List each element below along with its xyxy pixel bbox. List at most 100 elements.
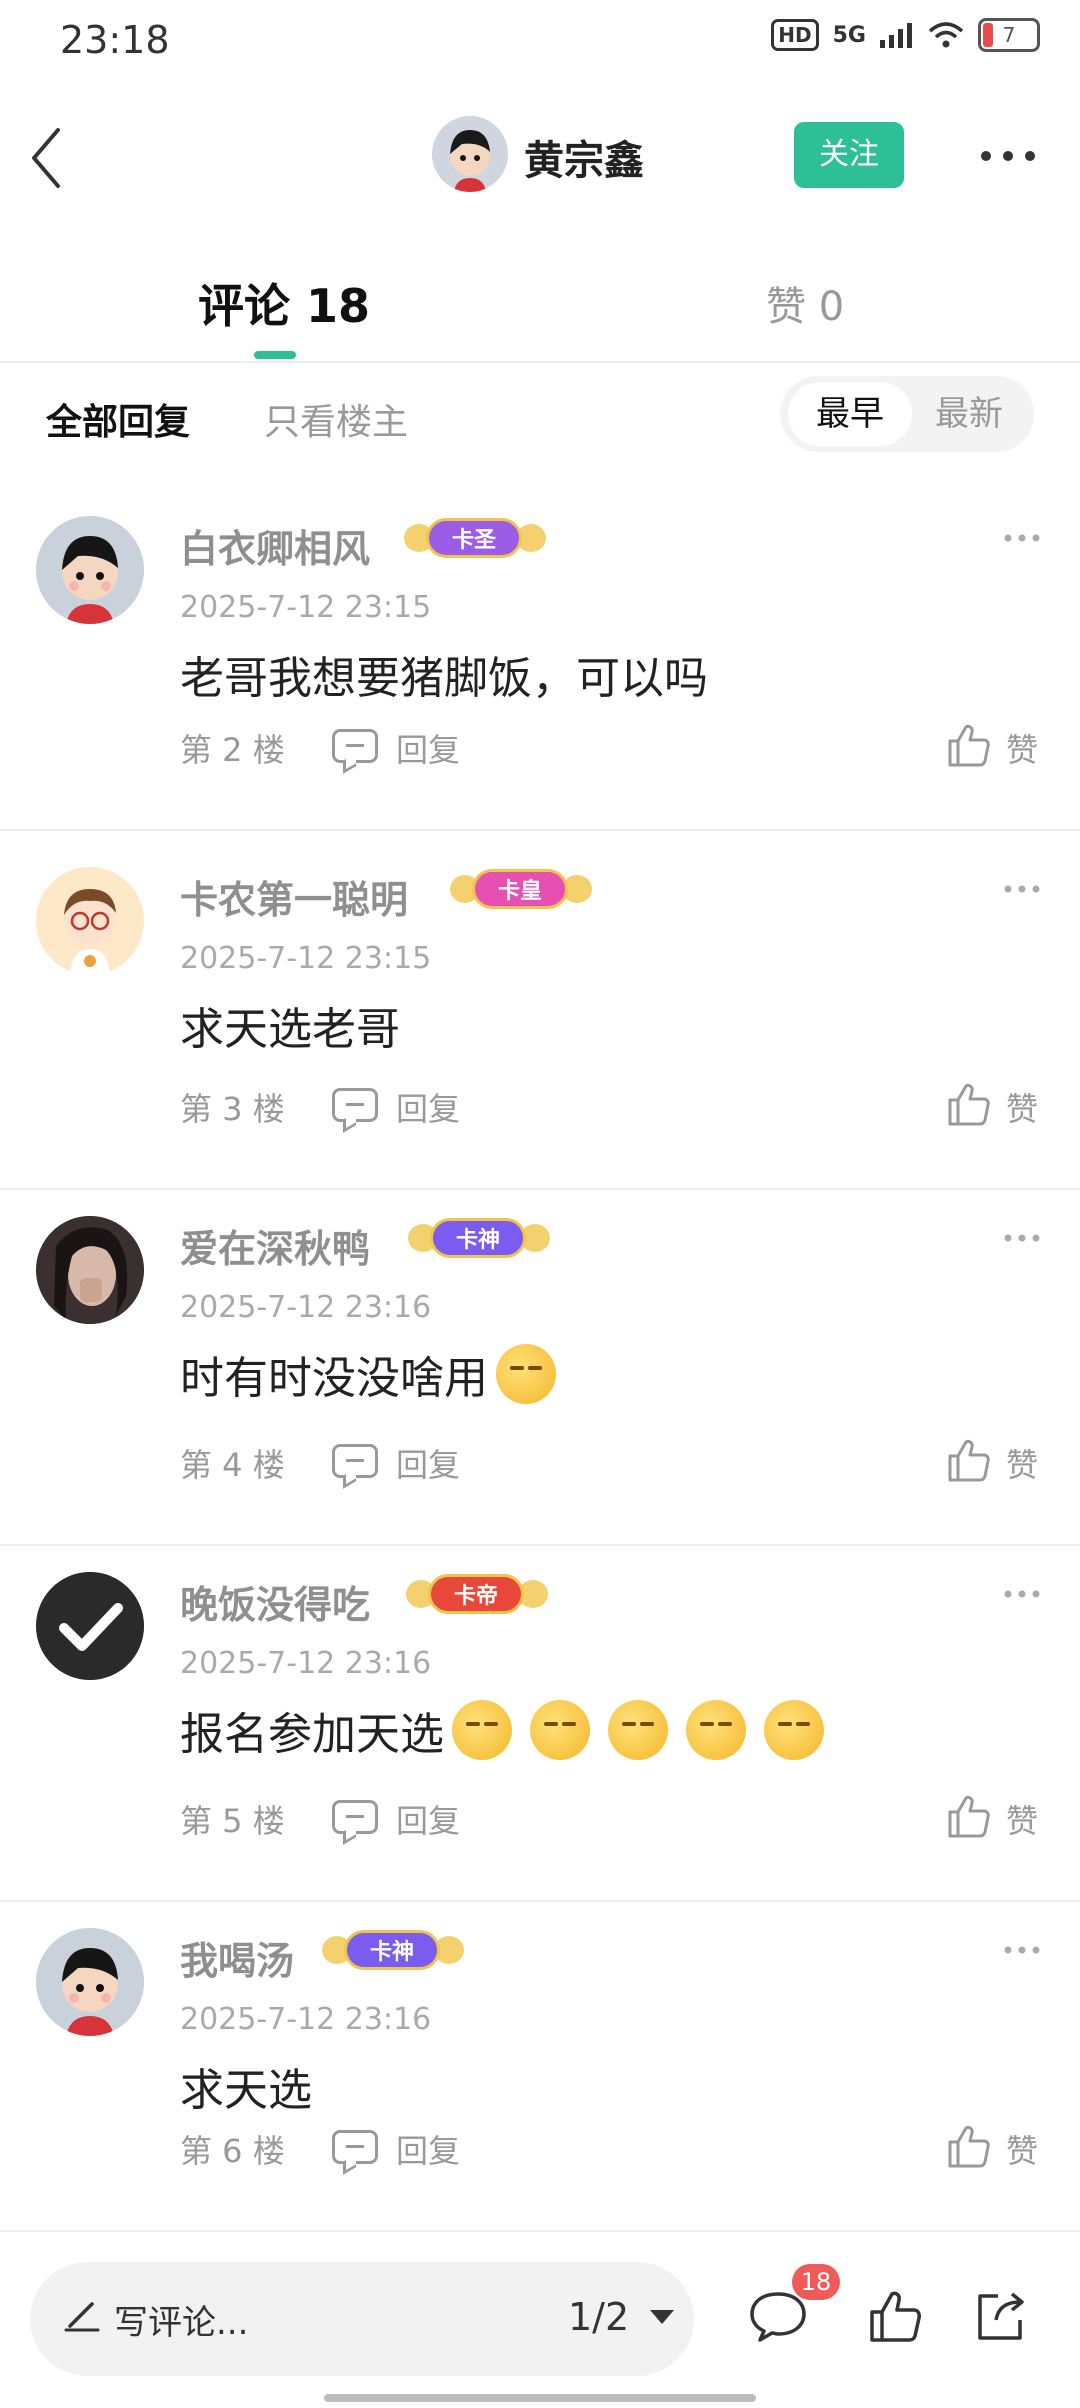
header-avatar[interactable] <box>432 116 508 192</box>
comment-item: 爱在深秋鸭 卡神 2025-7-12 23:16 时有时没没啥用第 4 楼 回复 赞 <box>0 1190 1080 1546</box>
thumbs-up-icon[interactable] <box>944 2122 992 2170</box>
header-user-name[interactable]: 黄宗鑫 <box>524 128 644 186</box>
comment-text: 时有时没没啥用 <box>180 1342 556 1406</box>
pen-icon <box>64 2302 100 2332</box>
reply-icon[interactable] <box>332 1800 378 1834</box>
user-level-badge: 卡帝 <box>428 1574 524 1614</box>
thumbs-up-icon[interactable] <box>944 1436 992 1484</box>
bottom-divider <box>0 2230 1080 2232</box>
avatar[interactable] <box>36 1216 144 1324</box>
comment-text-body: 时有时没没啥用 <box>180 1353 488 1404</box>
like-button[interactable]: 赞 <box>1006 2126 1038 2172</box>
comment-username[interactable]: 卡农第一聪明 <box>180 869 408 924</box>
user-level-badge: 卡神 <box>430 1218 526 1258</box>
comment-timestamp: 2025-7-12 23:16 <box>180 2002 432 2037</box>
reply-icon[interactable] <box>332 1444 378 1478</box>
tab-divider <box>0 361 1080 363</box>
thumbs-up-icon[interactable] <box>944 721 992 769</box>
tab-likes[interactable]: 赞 0 <box>766 274 844 332</box>
like-button[interactable]: 赞 <box>1006 1084 1038 1130</box>
comment-username[interactable]: 晚饭没得吃 <box>180 1574 370 1629</box>
comment-username[interactable]: 白衣卿相风 <box>180 518 370 573</box>
comment-item: 卡农第一聪明 卡皇 2025-7-12 23:15 求天选老哥第 3 楼 回复 赞 <box>0 841 1080 1190</box>
floor-number: 第 6 楼 <box>180 2132 285 2170</box>
floor-number: 第 5 楼 <box>180 1802 285 1840</box>
signal-icon <box>880 23 912 48</box>
comment-text-body: 求天选 <box>180 2065 312 2116</box>
sort-latest[interactable]: 最新 <box>912 382 1026 446</box>
comment-divider <box>0 829 1080 831</box>
comment-more-icon[interactable] <box>1002 883 1042 895</box>
like-button[interactable]: 赞 <box>1006 1440 1038 1486</box>
user-level-badge: 卡神 <box>344 1930 440 1970</box>
comment-item: 白衣卿相风 卡圣 2025-7-12 23:15 老哥我想要猪脚饭，可以吗第 2 楼 回… <box>0 490 1080 831</box>
home-indicator <box>324 2394 756 2402</box>
thumbs-up-icon[interactable] <box>864 2286 924 2346</box>
wifi-icon <box>928 22 964 48</box>
avatar[interactable] <box>36 1928 144 2036</box>
comment-placeholder[interactable]: 写评论... <box>114 2295 248 2344</box>
avatar[interactable] <box>36 867 144 975</box>
filter-all-replies[interactable]: 全部回复 <box>46 393 190 445</box>
comment-item: 我喝汤 卡神 2025-7-12 23:16 求天选第 6 楼 回复 赞 <box>0 1902 1080 2232</box>
smirk-emoji-icon <box>530 1700 590 1760</box>
comment-item: 晚饭没得吃 卡帝 2025-7-12 23:16 报名参加天选第 5 楼 回复 赞 <box>0 1546 1080 1902</box>
status-time: 23:18 <box>60 18 170 62</box>
like-button[interactable]: 赞 <box>1006 725 1038 771</box>
comment-username[interactable]: 我喝汤 <box>180 1930 294 1985</box>
reply-icon[interactable] <box>332 729 378 763</box>
comment-username[interactable]: 爱在深秋鸭 <box>180 1218 370 1273</box>
tab-comments[interactable]: 评论 18 <box>198 270 370 336</box>
floor-number: 第 4 楼 <box>180 1446 285 1484</box>
follow-button[interactable]: 关注 <box>794 122 904 188</box>
hd-icon: HD <box>771 19 819 51</box>
chevron-left-icon[interactable] <box>20 118 80 198</box>
smirk-emoji-icon <box>452 1700 512 1760</box>
comment-timestamp: 2025-7-12 23:15 <box>180 590 432 625</box>
comment-text: 求天选老哥 <box>180 993 400 1057</box>
comment-more-icon[interactable] <box>1002 1944 1042 1956</box>
comment-text: 老哥我想要猪脚饭，可以吗 <box>180 642 708 706</box>
floor-number: 第 3 楼 <box>180 1090 285 1128</box>
filter-op-only[interactable]: 只看楼主 <box>264 393 408 445</box>
thumbs-up-icon[interactable] <box>944 1080 992 1128</box>
comment-more-icon[interactable] <box>1002 532 1042 544</box>
reply-button[interactable]: 回复 <box>396 1796 460 1842</box>
comment-more-icon[interactable] <box>1002 1232 1042 1244</box>
reply-button[interactable]: 回复 <box>396 2126 460 2172</box>
user-level-badge: 卡皇 <box>472 869 568 909</box>
floor-number: 第 2 楼 <box>180 731 285 769</box>
network-label: 5G <box>832 22 866 48</box>
comment-text-body: 求天选老哥 <box>180 1004 400 1055</box>
more-horizontal-icon[interactable] <box>976 136 1040 176</box>
smirk-emoji-icon <box>608 1700 668 1760</box>
comment-text: 求天选 <box>180 2054 312 2118</box>
comment-timestamp: 2025-7-12 23:15 <box>180 941 432 976</box>
battery-icon: 7 <box>978 18 1040 52</box>
caret-down-icon[interactable] <box>650 2310 674 2324</box>
comment-text-body: 老哥我想要猪脚饭，可以吗 <box>180 653 708 704</box>
status-icons: HD 5G 7 <box>771 18 1040 52</box>
battery-level <box>983 23 993 47</box>
sort-earliest[interactable]: 最早 <box>788 382 912 446</box>
page-indicator[interactable]: 1/2 <box>568 2295 629 2339</box>
comment-count-badge: 18 <box>792 2264 840 2300</box>
battery-percent: 7 <box>1002 23 1016 47</box>
smirk-emoji-icon <box>764 1700 824 1760</box>
comment-text-body: 报名参加天选 <box>180 1709 444 1760</box>
reply-icon[interactable] <box>332 2130 378 2164</box>
avatar[interactable] <box>36 1572 144 1680</box>
reply-button[interactable]: 回复 <box>396 1084 460 1130</box>
like-button[interactable]: 赞 <box>1006 1796 1038 1842</box>
reply-button[interactable]: 回复 <box>396 725 460 771</box>
thumbs-up-icon[interactable] <box>944 1792 992 1840</box>
avatar[interactable] <box>36 516 144 624</box>
smirk-emoji-icon <box>496 1344 556 1404</box>
comment-timestamp: 2025-7-12 23:16 <box>180 1646 432 1681</box>
reply-icon[interactable] <box>332 1088 378 1122</box>
user-level-badge: 卡圣 <box>426 518 522 558</box>
comment-more-icon[interactable] <box>1002 1588 1042 1600</box>
share-icon[interactable] <box>970 2286 1030 2346</box>
reply-button[interactable]: 回复 <box>396 1440 460 1486</box>
smirk-emoji-icon <box>686 1700 746 1760</box>
